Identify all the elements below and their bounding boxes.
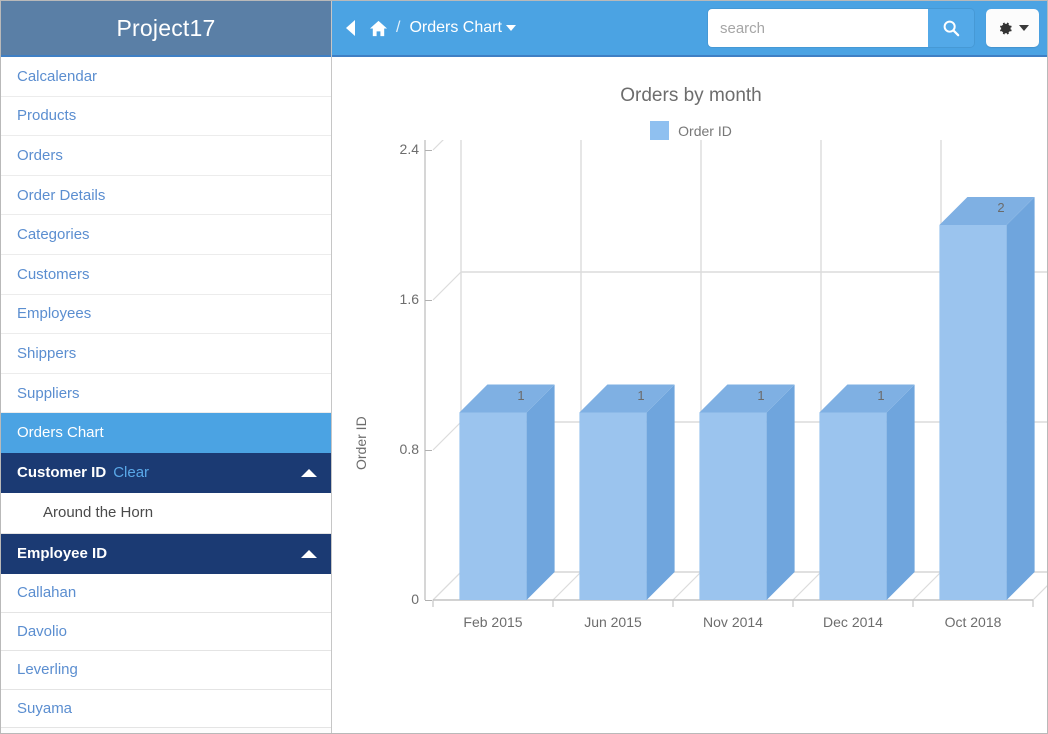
x-axis-tick-label: Oct 2018 (913, 614, 1033, 630)
chevron-down-icon[interactable] (506, 25, 516, 31)
filter-title-customer-id: Customer ID (17, 464, 106, 481)
settings-button[interactable] (986, 9, 1039, 47)
back-arrow-icon[interactable] (346, 20, 355, 36)
sidebar-nav-list: Calcalendar Products Orders Order Details Ca… (1, 57, 331, 453)
filter-header-customer-id[interactable]: Customer ID Clear (1, 453, 331, 493)
y-axis-tick-label: 1.6 (363, 291, 419, 307)
filter-title-employee-id: Employee ID (17, 545, 107, 562)
customer-filter-value-label: Around the Horn (43, 504, 153, 521)
y-axis-tick-mark (425, 450, 432, 451)
x-axis-tick-label: Dec 2014 (793, 614, 913, 630)
employee-filter-value[interactable]: Davolio (1, 613, 331, 652)
y-axis-tick-label: 2.4 (363, 141, 419, 157)
home-icon[interactable] (369, 19, 388, 38)
filter-header-employee-id[interactable]: Employee ID (1, 534, 331, 574)
sidebar-item-orders-chart[interactable]: Orders Chart (1, 413, 331, 453)
sidebar-item-shippers[interactable]: Shippers (1, 334, 331, 374)
breadcrumb-label: Orders Chart (409, 19, 501, 37)
customer-filter-values: Around the Horn (1, 493, 331, 534)
sidebar-item-label: Products (17, 107, 76, 124)
gear-icon (997, 20, 1014, 37)
sidebar-item-customers[interactable]: Customers (1, 255, 331, 295)
sidebar-item-products[interactable]: Products (1, 97, 331, 137)
app-title-text: Project17 (117, 15, 216, 42)
chevron-up-icon[interactable] (301, 550, 317, 558)
y-axis-tick-mark (425, 150, 432, 151)
chart-content-area: Orders by month Order ID Order ID 00.81.… (333, 59, 1048, 734)
y-axis-tick-mark (425, 600, 432, 601)
chevron-down-icon[interactable] (1019, 25, 1029, 31)
employee-filter-values: Callahan Davolio Leverling Suyama (1, 574, 331, 728)
employee-filter-value-label: Leverling (17, 661, 78, 678)
legend-swatch-order-id (650, 121, 669, 140)
bar-value-label: 1 (487, 388, 554, 403)
bar-value-label: 2 (967, 200, 1034, 215)
sidebar-item-label: Order Details (17, 187, 105, 204)
sidebar: Project17 Calcalendar Products Orders Order… (1, 1, 332, 734)
employee-filter-value-label: Suyama (17, 700, 72, 717)
bar-value-label: 1 (847, 388, 914, 403)
x-axis-tick-label: Jun 2015 (553, 614, 673, 630)
employee-filter-value[interactable]: Leverling (1, 651, 331, 690)
sidebar-item-label: Employees (17, 305, 91, 322)
sidebar-item-suppliers[interactable]: Suppliers (1, 374, 331, 414)
sidebar-item-categories[interactable]: Categories (1, 215, 331, 255)
sidebar-item-label: Suppliers (17, 385, 80, 402)
bar-chart-plot: Order ID 00.81.62.41Feb 20151Jun 20151No… (333, 140, 1048, 700)
bar-value-label: 1 (607, 388, 674, 403)
x-axis-tick-label: Nov 2014 (673, 614, 793, 630)
clear-customer-id-link[interactable]: Clear (113, 464, 149, 481)
x-axis-tick-label: Feb 2015 (433, 614, 553, 630)
breadcrumb-orders-chart[interactable]: Orders Chart (409, 19, 515, 37)
employee-filter-value[interactable]: Callahan (1, 574, 331, 613)
sidebar-item-label: Calcalendar (17, 68, 97, 85)
employee-filter-value-label: Davolio (17, 623, 67, 640)
breadcrumb-separator: / (396, 19, 400, 37)
sidebar-item-label: Orders Chart (17, 424, 104, 441)
y-axis-tick-label: 0.8 (363, 441, 419, 457)
search-button[interactable] (928, 9, 974, 47)
sidebar-item-label: Orders (17, 147, 63, 164)
sidebar-item-label: Customers (17, 266, 90, 283)
chart-legend: Order ID (333, 121, 1048, 140)
y-axis-tick-label: 0 (363, 591, 419, 607)
sidebar-item-employees[interactable]: Employees (1, 295, 331, 335)
chart-title: Orders by month (333, 85, 1048, 107)
sidebar-item-calcalendar[interactable]: Calcalendar (1, 57, 331, 97)
sidebar-item-label: Categories (17, 226, 90, 243)
search-group (708, 9, 974, 47)
chevron-up-icon[interactable] (301, 469, 317, 477)
employee-filter-value[interactable]: Suyama (1, 690, 331, 729)
app-title: Project17 (1, 1, 331, 57)
bar-value-label: 1 (727, 388, 794, 403)
sidebar-item-orders[interactable]: Orders (1, 136, 331, 176)
top-navigation-bar: / Orders Chart (332, 1, 1048, 57)
sidebar-item-label: Shippers (17, 345, 76, 362)
sidebar-item-order-details[interactable]: Order Details (1, 176, 331, 216)
y-axis-tick-mark (425, 300, 432, 301)
employee-filter-value-label: Callahan (17, 584, 76, 601)
legend-label-order-id: Order ID (678, 123, 732, 139)
search-input[interactable] (708, 9, 928, 47)
customer-filter-value[interactable]: Around the Horn (1, 493, 331, 534)
application-window: Project17 Calcalendar Products Orders Order… (0, 0, 1048, 734)
